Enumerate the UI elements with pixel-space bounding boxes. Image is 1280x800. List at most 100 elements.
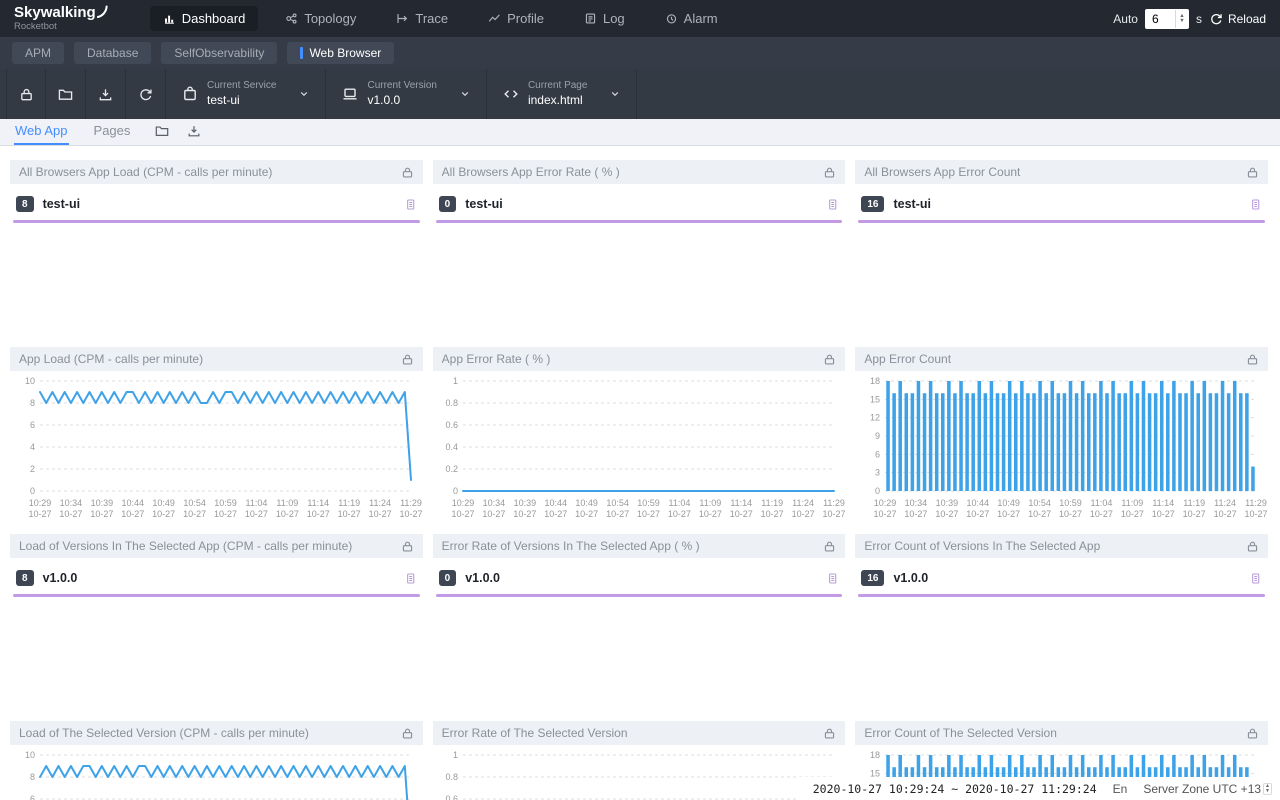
svg-text:10-27: 10-27: [1090, 509, 1113, 519]
group-tab-apm[interactable]: APM: [12, 42, 64, 64]
auto-interval-spinbox: ▲▼: [1145, 9, 1189, 29]
svg-text:10-27: 10-27: [544, 509, 567, 519]
svg-text:11:04: 11:04: [668, 498, 690, 508]
svg-text:10-27: 10-27: [399, 509, 422, 519]
svg-text:6: 6: [30, 420, 35, 430]
lock-icon[interactable]: [823, 353, 836, 366]
nav-item-label: Profile: [507, 11, 544, 26]
list-item[interactable]: 8 v1.0.0: [13, 568, 420, 594]
svg-text:10-27: 10-27: [967, 509, 990, 519]
language-switch[interactable]: En: [1113, 782, 1128, 796]
export-template-button[interactable]: [86, 69, 126, 119]
copy-icon[interactable]: [1249, 198, 1262, 211]
svg-text:6: 6: [875, 449, 880, 459]
export-icon[interactable]: [187, 124, 201, 138]
lock-icon[interactable]: [1246, 166, 1259, 179]
list-item-label: v1.0.0: [43, 571, 395, 585]
lock-dashboard-button[interactable]: [6, 69, 46, 119]
card-body: 8 test-ui: [10, 184, 423, 223]
current-version-selector[interactable]: Current Version v1.0.0: [326, 69, 486, 119]
lock-icon[interactable]: [1246, 540, 1259, 553]
folder-icon[interactable]: [155, 124, 169, 138]
nav-item-log[interactable]: Log: [571, 6, 638, 31]
list-item[interactable]: 16 v1.0.0: [858, 568, 1265, 594]
nav-item-label: Trace: [415, 11, 448, 26]
lock-icon[interactable]: [823, 727, 836, 740]
copy-icon[interactable]: [826, 572, 839, 585]
svg-text:11:19: 11:19: [761, 498, 783, 508]
svg-text:10-27: 10-27: [698, 509, 721, 519]
reload-button[interactable]: Reload: [1209, 12, 1266, 26]
server-zone-control[interactable]: Server Zone UTC +13 ▲▼: [1143, 782, 1272, 796]
svg-text:10-27: 10-27: [1183, 509, 1206, 519]
lock-icon[interactable]: [823, 166, 836, 179]
svg-text:10:49: 10:49: [575, 498, 598, 508]
nav-item-dashboard[interactable]: Dashboard: [150, 6, 259, 31]
card-header: App Load (CPM - calls per minute): [10, 347, 423, 371]
download-icon: [98, 87, 113, 102]
svg-text:11:09: 11:09: [276, 498, 298, 508]
tab-pages[interactable]: Pages: [93, 119, 132, 145]
svg-text:0.6: 0.6: [445, 794, 458, 800]
lock-icon[interactable]: [823, 540, 836, 553]
svg-text:10:34: 10:34: [905, 498, 928, 508]
lock-icon[interactable]: [1246, 727, 1259, 740]
list-item[interactable]: 8 test-ui: [13, 194, 420, 220]
lock-icon[interactable]: [401, 540, 414, 553]
lock-icon[interactable]: [401, 166, 414, 179]
import-template-button[interactable]: [46, 69, 86, 119]
card-all-browsers-app-error-rate: All Browsers App Error Rate ( % ) 0 test…: [433, 160, 846, 338]
refresh-templates-button[interactable]: [126, 69, 166, 119]
chevron-down-icon: [610, 89, 620, 99]
lock-icon[interactable]: [401, 727, 414, 740]
copy-icon[interactable]: [404, 572, 417, 585]
copy-icon[interactable]: [404, 198, 417, 211]
svg-text:11:24: 11:24: [1214, 498, 1236, 508]
selector-label: Current Service: [207, 80, 276, 93]
dashboard-icon: [163, 12, 176, 25]
svg-text:11:09: 11:09: [1122, 498, 1144, 508]
current-page-selector[interactable]: Current Page index.html: [487, 69, 637, 119]
card-load-of-versions: Load of Versions In The Selected App (CP…: [10, 534, 423, 712]
group-tab-web-browser[interactable]: Web Browser: [287, 42, 394, 64]
card-error-rate-of-versions: Error Rate of Versions In The Selected A…: [433, 534, 846, 712]
step-down-icon[interactable]: ▼: [1179, 19, 1184, 24]
svg-text:10-27: 10-27: [637, 509, 660, 519]
nav-item-trace[interactable]: Trace: [383, 6, 461, 31]
refresh-icon: [138, 87, 153, 102]
copy-icon[interactable]: [826, 198, 839, 211]
lock-icon[interactable]: [1246, 353, 1259, 366]
time-range-picker[interactable]: 2020-10-27 10:29:24 ~ 2020-10-27 11:29:2…: [813, 782, 1097, 796]
lock-icon[interactable]: [401, 353, 414, 366]
svg-text:11:19: 11:19: [338, 498, 360, 508]
chart-load-selected-version: 108642010:2910-2710:3410-2710:3910-2710:…: [10, 745, 423, 800]
view-tab-actions: [155, 124, 201, 145]
reload-label: Reload: [1228, 12, 1266, 26]
group-tab-database[interactable]: Database: [74, 42, 151, 64]
chart-error-rate-selected-version: 10.80.60.40.2010:2910-2710:3410-2710:391…: [433, 745, 846, 800]
svg-text:0.8: 0.8: [445, 398, 458, 408]
zone-stepper[interactable]: ▲▼: [1263, 783, 1272, 795]
list-item[interactable]: 0 v1.0.0: [436, 568, 843, 594]
card-title: Load of The Selected Version (CPM - call…: [19, 726, 401, 740]
topology-icon: [285, 12, 298, 25]
svg-text:0.6: 0.6: [445, 420, 458, 430]
svg-text:10:44: 10:44: [121, 498, 144, 508]
list-item[interactable]: 16 test-ui: [858, 194, 1265, 220]
nav-item-profile[interactable]: Profile: [475, 6, 557, 31]
nav-item-alarm[interactable]: Alarm: [652, 6, 731, 31]
tab-web-app[interactable]: Web App: [14, 119, 69, 145]
svg-text:10:59: 10:59: [1060, 498, 1083, 508]
copy-icon[interactable]: [1249, 572, 1262, 585]
nav-item-label: Log: [603, 11, 625, 26]
card-header: Load of The Selected Version (CPM - call…: [10, 721, 423, 745]
svg-text:9: 9: [875, 431, 880, 441]
selector-value: v1.0.0: [367, 93, 436, 108]
server-zone-label: Server Zone UTC +: [1143, 782, 1247, 796]
current-service-selector[interactable]: Current Service test-ui: [166, 69, 326, 119]
nav-item-topology[interactable]: Topology: [272, 6, 369, 31]
auto-interval-stepper[interactable]: ▲▼: [1175, 10, 1188, 28]
list-item[interactable]: 0 test-ui: [436, 194, 843, 220]
group-tab-selfobservability[interactable]: SelfObservability: [161, 42, 277, 64]
step-down-icon[interactable]: ▼: [1265, 789, 1270, 794]
